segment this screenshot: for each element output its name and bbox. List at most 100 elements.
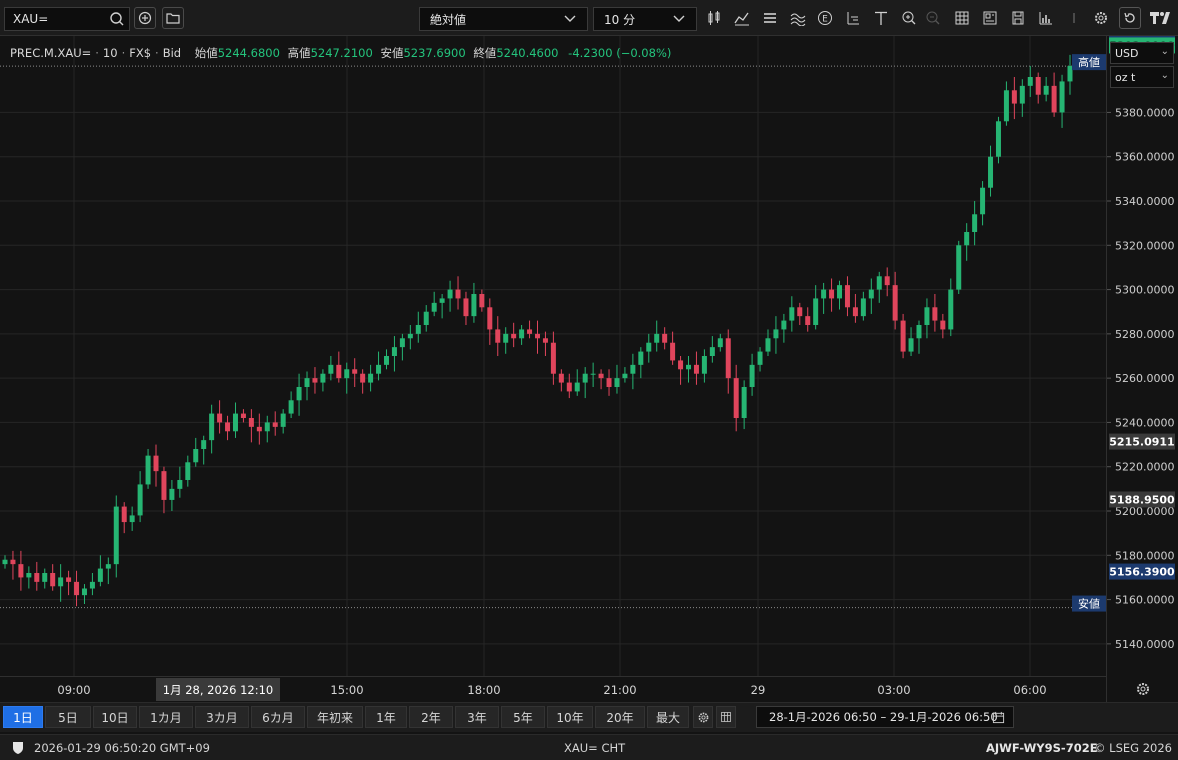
range-button-4[interactable]: 3カ月 (195, 706, 249, 728)
symbol-text: XAU= (13, 12, 49, 26)
candle-body (900, 320, 906, 352)
candle-body (781, 320, 787, 330)
candle-body (542, 338, 548, 343)
candle-body (1019, 85, 1025, 104)
x-tick-label: 06:00 (1013, 683, 1046, 697)
candlestick-chart[interactable]: 高値安値 (0, 36, 1106, 676)
zoom-in-icon[interactable] (899, 8, 919, 28)
x-tick-label: 29 (751, 683, 766, 697)
indicator-icon[interactable] (1036, 8, 1056, 28)
candle-body (248, 418, 254, 427)
candle-body (852, 307, 858, 317)
more-icon[interactable] (1064, 8, 1084, 28)
candle-body (391, 347, 397, 356)
legend-side: Bid (162, 46, 182, 60)
weight-unit-value: oz t (1115, 71, 1136, 84)
range-button-7[interactable]: 1年 (365, 706, 407, 728)
settings-icon[interactable] (1091, 8, 1111, 28)
range-button-9[interactable]: 3年 (455, 706, 499, 728)
range-button-12[interactable]: 20年 (595, 706, 645, 728)
candle-body (678, 360, 684, 370)
calendar-table-button[interactable] (716, 706, 736, 728)
y-tick-label: 5340.0000 (1115, 195, 1175, 208)
range-button-8[interactable]: 2年 (409, 706, 453, 728)
date-range-field[interactable]: 28-1月-2026 06:50 – 29-1月-2026 06:50 (756, 706, 1014, 728)
candle-body (272, 422, 278, 427)
candle-body (121, 506, 127, 523)
candle-body (264, 422, 270, 432)
axis-settings-button[interactable] (1106, 676, 1178, 702)
zoom-out-icon[interactable] (923, 8, 943, 28)
candle-body (439, 298, 445, 303)
time-axis-svg: 09:00 15:00 18:00 21:00 29 03:00 06:00 1月 28, 2… (57, 678, 1047, 701)
range-settings-button[interactable] (693, 706, 713, 728)
candle-body (550, 342, 556, 374)
candle-body (654, 333, 660, 343)
weight-unit-select[interactable]: oz t ⌄ (1110, 66, 1174, 88)
calendar-icon[interactable] (992, 711, 1005, 724)
candlestick-icon[interactable] (704, 8, 724, 28)
table-icon[interactable] (952, 8, 972, 28)
x-tick-label: 21:00 (603, 683, 636, 697)
candle-body (42, 573, 48, 582)
candle-body (940, 320, 946, 330)
range-button-3[interactable]: 1カ月 (139, 706, 193, 728)
layout-icon[interactable] (980, 8, 1000, 28)
candle-body (368, 373, 374, 383)
candle-body (399, 338, 405, 348)
trend-tool-icon[interactable] (843, 8, 863, 28)
range-button-2[interactable]: 10日 (93, 706, 137, 728)
wave-icon[interactable] (788, 8, 808, 28)
currency-value: USD (1115, 47, 1139, 60)
candle-body (884, 276, 890, 286)
candle-body (972, 214, 978, 232)
reset-icon[interactable] (1119, 7, 1141, 29)
add-symbol-button[interactable] (134, 7, 156, 29)
symbol-search-box[interactable]: XAU= (4, 7, 130, 31)
candle-body (876, 276, 882, 290)
high-side-tag: 高値 (1078, 55, 1100, 69)
view-mode-select[interactable]: 絶対値 (419, 7, 588, 31)
event-icon[interactable]: E (815, 8, 835, 28)
legend-close: 5240.4600 (496, 46, 559, 60)
candle-body (193, 449, 199, 463)
time-axis[interactable]: 09:00 15:00 18:00 21:00 29 03:00 06:00 1月 28, 2… (0, 676, 1106, 702)
range-button-1[interactable]: 5日 (45, 706, 91, 728)
range-button-0[interactable]: 1日 (3, 706, 43, 728)
candle-body (598, 373, 604, 379)
x-tick-label: 15:00 (330, 683, 363, 697)
candle-body (447, 289, 453, 299)
interval-select[interactable]: 10 分 (593, 7, 697, 31)
candle-body (129, 515, 135, 523)
price-axis-panel[interactable]: 5140.0000 5160.0000 5180.0000 5200.0000 5220… (1106, 22, 1178, 676)
line-chart-icon[interactable] (732, 8, 752, 28)
candle-body (797, 307, 803, 317)
range-button-6[interactable]: 年初来 (307, 706, 363, 728)
open-folder-button[interactable] (162, 7, 184, 29)
chart-area[interactable]: 高値 安値 (0, 36, 1106, 676)
candle-body (153, 455, 159, 472)
candle-body (320, 373, 326, 383)
settings-icon (1136, 683, 1149, 695)
candle-body (145, 455, 151, 485)
range-button-13[interactable]: 最大 (647, 706, 689, 728)
candle-body (646, 342, 652, 352)
candle-body (383, 356, 389, 365)
currency-select[interactable]: USD ⌄ (1110, 42, 1174, 64)
bars-icon[interactable] (760, 8, 780, 28)
candle-body (471, 294, 477, 317)
candle-body (519, 329, 525, 339)
folder-icon (166, 13, 180, 24)
candle-body (225, 422, 231, 432)
candle-body (495, 329, 501, 343)
low-price-tag: 5156.3900 (1109, 566, 1175, 579)
table-icon (721, 712, 731, 722)
candle-body (860, 298, 866, 317)
range-button-10[interactable]: 5年 (501, 706, 545, 728)
candle-body (58, 577, 64, 587)
text-tool-icon[interactable] (871, 8, 891, 28)
range-button-11[interactable]: 10年 (547, 706, 593, 728)
range-button-5[interactable]: 6カ月 (251, 706, 305, 728)
search-icon[interactable] (109, 11, 125, 27)
save-icon[interactable] (1008, 8, 1028, 28)
